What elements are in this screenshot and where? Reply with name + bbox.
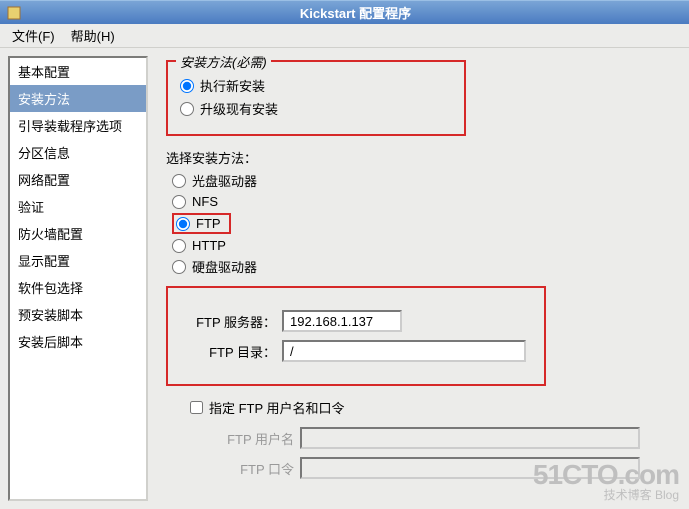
sidebar-item-postscript[interactable]: 安装后脚本	[10, 328, 146, 355]
window-title: Kickstart 配置程序	[28, 3, 683, 22]
ftp-server-input[interactable]	[282, 310, 402, 332]
ftp-user-input	[300, 427, 640, 449]
ftp-server-label: FTP 服务器：	[186, 312, 276, 331]
radio-cdrom[interactable]	[172, 174, 186, 188]
menu-file[interactable]: 文件(F)	[4, 24, 63, 47]
radio-hd[interactable]	[172, 260, 186, 274]
ftp-auth-check-label: 指定 FTP 用户名和口令	[209, 398, 345, 417]
radio-nfs-row[interactable]: NFS	[172, 194, 675, 209]
radio-ftp-row[interactable]: FTP	[172, 213, 675, 234]
sidebar-item-install-method[interactable]: 安装方法	[10, 85, 146, 112]
ftp-user-row: FTP 用户名	[214, 427, 675, 449]
ftp-auth-fields: FTP 用户名 FTP 口令	[214, 427, 675, 479]
ftp-user-label: FTP 用户名	[214, 429, 294, 448]
app-icon	[6, 5, 22, 21]
radio-ftp[interactable]	[176, 217, 190, 231]
radio-cdrom-label: 光盘驱动器	[192, 171, 257, 190]
menubar: 文件(F) 帮助(H)	[0, 24, 689, 48]
ftp-settings-box: FTP 服务器： FTP 目录：	[166, 286, 546, 386]
radio-hd-label: 硬盘驱动器	[192, 257, 257, 276]
sidebar-item-bootloader[interactable]: 引导装载程序选项	[10, 112, 146, 139]
sidebar-item-basic[interactable]: 基本配置	[10, 58, 146, 85]
radio-new-install-row[interactable]: 执行新安装	[180, 76, 448, 95]
radio-http-row[interactable]: HTTP	[172, 238, 675, 253]
titlebar: Kickstart 配置程序	[0, 0, 689, 24]
radio-new-install-label: 执行新安装	[200, 76, 265, 95]
main-panel: 安装方法(必需) 执行新安装 升级现有安装 选择安装方法： 光盘驱动器 NFS	[148, 48, 689, 509]
sidebar-item-partition[interactable]: 分区信息	[10, 139, 146, 166]
radio-nfs[interactable]	[172, 195, 186, 209]
ftp-pass-label: FTP 口令	[214, 459, 294, 478]
install-type-legend: 安装方法(必需)	[176, 52, 271, 71]
ftp-pass-row: FTP 口令	[214, 457, 675, 479]
sidebar: 基本配置 安装方法 引导装载程序选项 分区信息 网络配置 验证 防火墙配置 显示…	[8, 56, 148, 501]
ftp-server-row: FTP 服务器：	[186, 310, 526, 332]
radio-new-install[interactable]	[180, 79, 194, 93]
ftp-dir-row: FTP 目录：	[186, 340, 526, 362]
content: 基本配置 安装方法 引导装载程序选项 分区信息 网络配置 验证 防火墙配置 显示…	[0, 48, 689, 509]
ftp-auth-check-row[interactable]: 指定 FTP 用户名和口令	[190, 398, 675, 417]
sidebar-item-packages[interactable]: 软件包选择	[10, 274, 146, 301]
radio-ftp-label: FTP	[196, 216, 221, 231]
ftp-pass-input	[300, 457, 640, 479]
install-method-list: 光盘驱动器 NFS FTP HTTP 硬盘驱动器	[172, 171, 675, 276]
radio-nfs-label: NFS	[192, 194, 218, 209]
sidebar-item-firewall[interactable]: 防火墙配置	[10, 220, 146, 247]
ftp-dir-label: FTP 目录：	[186, 342, 276, 361]
radio-hd-row[interactable]: 硬盘驱动器	[172, 257, 675, 276]
install-method-label: 选择安装方法：	[166, 148, 675, 167]
radio-cdrom-row[interactable]: 光盘驱动器	[172, 171, 675, 190]
sidebar-item-network[interactable]: 网络配置	[10, 166, 146, 193]
radio-upgrade-label: 升级现有安装	[200, 99, 278, 118]
sidebar-item-prescript[interactable]: 预安装脚本	[10, 301, 146, 328]
ftp-auth-checkbox[interactable]	[190, 401, 203, 414]
install-type-group: 安装方法(必需) 执行新安装 升级现有安装	[166, 60, 466, 136]
sidebar-item-auth[interactable]: 验证	[10, 193, 146, 220]
radio-upgrade-row[interactable]: 升级现有安装	[180, 99, 448, 118]
menu-help[interactable]: 帮助(H)	[63, 24, 123, 47]
radio-http[interactable]	[172, 239, 186, 253]
sidebar-item-display[interactable]: 显示配置	[10, 247, 146, 274]
ftp-dir-input[interactable]	[282, 340, 526, 362]
radio-upgrade[interactable]	[180, 102, 194, 116]
radio-http-label: HTTP	[192, 238, 226, 253]
